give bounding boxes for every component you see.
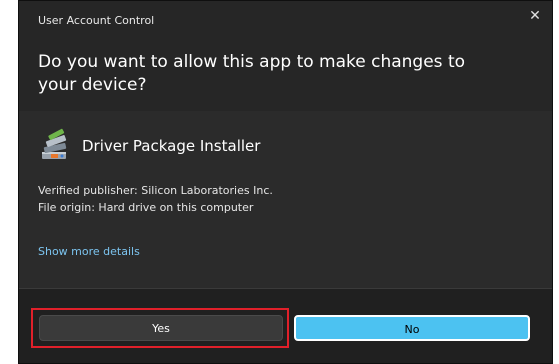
app-info: Driver Package Installer <box>37 126 260 166</box>
show-more-details-link[interactable]: Show more details <box>38 245 140 258</box>
no-button[interactable]: No <box>294 315 530 341</box>
yes-button[interactable]: Yes <box>39 315 283 341</box>
installer-package-icon <box>42 128 67 159</box>
dialog-title: User Account Control <box>38 14 155 27</box>
file-origin: File origin: Hard drive on this computer <box>38 201 254 214</box>
consent-question: Do you want to allow this app to make ch… <box>38 52 466 95</box>
dialog-header: User Account Control ✕ Do you want to al… <box>19 1 552 111</box>
verified-publisher: Verified publisher: Silicon Laboratories… <box>38 184 273 197</box>
uac-dialog: User Account Control ✕ Do you want to al… <box>18 0 553 364</box>
app-name: Driver Package Installer <box>82 137 261 155</box>
dialog-footer: Yes No <box>19 288 552 363</box>
close-icon[interactable]: ✕ <box>524 5 546 27</box>
